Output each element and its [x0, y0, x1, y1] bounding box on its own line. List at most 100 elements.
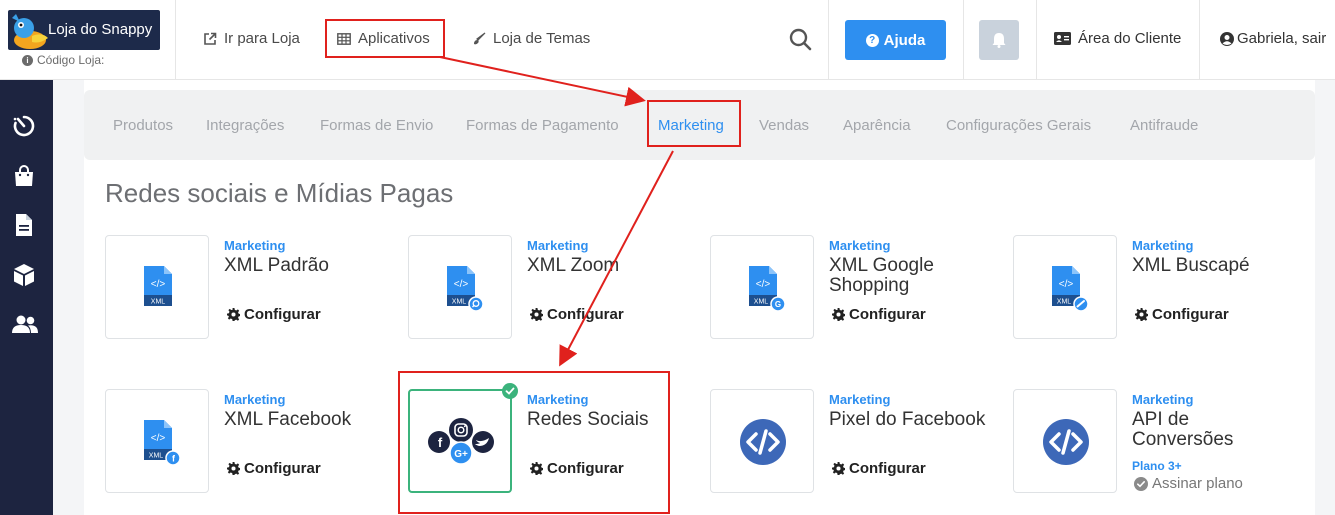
configure-button-xml-google-shopping[interactable]: Configurar — [832, 306, 926, 323]
svg-text:</>: </> — [1059, 279, 1074, 290]
sidebar — [0, 80, 53, 515]
gear-icon — [832, 308, 845, 321]
external-link-icon — [204, 32, 217, 45]
svg-text:XML: XML — [149, 453, 164, 460]
shopping-bag-icon[interactable] — [12, 164, 36, 188]
configure-label: Configurar — [849, 306, 926, 323]
gear-icon — [530, 308, 543, 321]
user-label: Gabriela, sair — [1237, 30, 1327, 47]
svg-text:XML: XML — [452, 299, 467, 306]
tab-general-settings[interactable]: Configurações Gerais — [946, 117, 1091, 134]
svg-text:XML: XML — [1057, 299, 1072, 306]
app-title: XML Buscapé — [1132, 255, 1250, 276]
app-category: Marketing — [1132, 238, 1194, 253]
header-divider — [1199, 0, 1200, 80]
help-button[interactable]: ? Ajuda — [845, 20, 946, 60]
app-window: Loja do Snappy i Código Loja: Ir para Lo… — [0, 0, 1335, 515]
gear-icon — [227, 308, 240, 321]
configure-label: Configurar — [849, 460, 926, 477]
configure-button-pixel-facebook[interactable]: Configurar — [832, 460, 926, 477]
annotation-box-redes-sociais — [398, 371, 670, 514]
top-header: Loja do Snappy i Código Loja: Ir para Lo… — [0, 0, 1335, 80]
search-icon — [789, 28, 812, 51]
tab-antifraud[interactable]: Antifraude — [1130, 117, 1198, 134]
client-area-label: Área do Cliente — [1078, 30, 1182, 47]
svg-text:</>: </> — [151, 433, 166, 444]
xml-google-icon: </> XML G — [749, 266, 786, 312]
app-thumb-pixel-facebook[interactable] — [710, 389, 814, 493]
code-icon — [740, 419, 786, 465]
app-category: Marketing — [224, 392, 286, 407]
svg-text:XML: XML — [754, 299, 769, 306]
xml-buscape-icon: </> XML — [1052, 266, 1089, 312]
app-category: Marketing — [527, 238, 589, 253]
section-title: Redes sociais e Mídias Pagas — [105, 178, 454, 208]
id-card-icon — [1054, 32, 1071, 45]
dashboard-timer-icon[interactable] — [12, 114, 36, 138]
bell-icon — [992, 33, 1006, 48]
tab-integrations[interactable]: Integrações — [206, 117, 284, 134]
nav-go-to-store[interactable]: Ir para Loja — [203, 30, 300, 47]
xml-zoom-icon: </> XML — [447, 266, 484, 312]
check-circle-icon — [1134, 476, 1148, 491]
configure-label: Configurar — [547, 306, 624, 323]
app-thumb-xml-zoom[interactable]: </> XML — [408, 235, 512, 339]
app-category: Marketing — [224, 238, 286, 253]
app-title: XML Zoom — [527, 255, 620, 276]
xml-facebook-icon: </> XML f — [144, 420, 181, 466]
app-title: XML Padrão — [224, 255, 329, 276]
code-icon — [1043, 419, 1089, 465]
gear-icon — [832, 462, 845, 475]
tab-sales[interactable]: Vendas — [759, 117, 809, 134]
xml-file-icon: </> XML — [144, 266, 172, 306]
dragon-mascot-icon — [12, 14, 48, 49]
store-code-label: Código Loja: — [37, 53, 105, 67]
app-thumb-xml-padrao[interactable]: </> XML — [105, 235, 209, 339]
app-thumb-xml-facebook[interactable]: </> XML f — [105, 389, 209, 493]
plan-badge: Plano 3+ — [1132, 459, 1182, 473]
subscribe-plan-link[interactable]: Assinar plano — [1134, 475, 1243, 492]
nav-themes[interactable]: Loja de Temas — [472, 30, 590, 47]
app-title: Pixel do Facebook — [829, 409, 986, 430]
users-icon[interactable] — [12, 313, 38, 337]
client-area-link[interactable]: Área do Cliente — [1054, 30, 1181, 47]
svg-text:</>: </> — [454, 279, 469, 290]
configure-label: Configurar — [244, 306, 321, 323]
brand-area: Loja do Snappy i Código Loja: — [0, 0, 176, 80]
box-icon[interactable] — [12, 263, 36, 287]
configure-button-xml-zoom[interactable]: Configurar — [530, 306, 624, 323]
app-title: XML Google Shopping — [829, 255, 934, 296]
nav-go-to-store-label: Ir para Loja — [224, 30, 300, 47]
tab-payment[interactable]: Formas de Pagamento — [466, 117, 619, 134]
tab-shipping[interactable]: Formas de Envio — [320, 117, 433, 134]
app-thumb-xml-google-shopping[interactable]: </> XML G — [710, 235, 814, 339]
info-icon: i — [22, 54, 33, 66]
subscribe-plan-label: Assinar plano — [1152, 475, 1243, 492]
header-divider — [828, 0, 829, 80]
svg-text:</>: </> — [151, 279, 166, 290]
app-thumb-api-conversoes[interactable] — [1013, 389, 1117, 493]
configure-button-xml-facebook[interactable]: Configurar — [227, 460, 321, 477]
header-divider — [963, 0, 964, 80]
header-divider — [1036, 0, 1037, 80]
svg-text:XML: XML — [151, 299, 166, 306]
tab-products[interactable]: Produtos — [113, 117, 173, 134]
store-name: Loja do Snappy — [48, 21, 153, 38]
gear-icon — [1135, 308, 1148, 321]
app-thumb-xml-buscape[interactable]: </> XML — [1013, 235, 1117, 339]
tab-appearance[interactable]: Aparência — [843, 117, 911, 134]
notifications-button[interactable] — [979, 20, 1019, 60]
user-logout-link[interactable]: Gabriela, sair — [1220, 30, 1326, 47]
user-circle-icon — [1220, 31, 1234, 46]
store-logo[interactable]: Loja do Snappy — [8, 10, 160, 50]
document-icon[interactable] — [12, 213, 36, 237]
nav-themes-label: Loja de Temas — [493, 30, 591, 47]
search-button[interactable] — [788, 27, 814, 53]
question-icon: ? — [865, 33, 879, 47]
svg-text:</>: </> — [756, 279, 771, 290]
store-code: i Código Loja: — [22, 53, 104, 67]
app-title: XML Facebook — [224, 409, 352, 430]
configure-button-xml-padrao[interactable]: Configurar — [227, 306, 321, 323]
configure-label: Configurar — [244, 460, 321, 477]
configure-button-xml-buscape[interactable]: Configurar — [1135, 306, 1229, 323]
